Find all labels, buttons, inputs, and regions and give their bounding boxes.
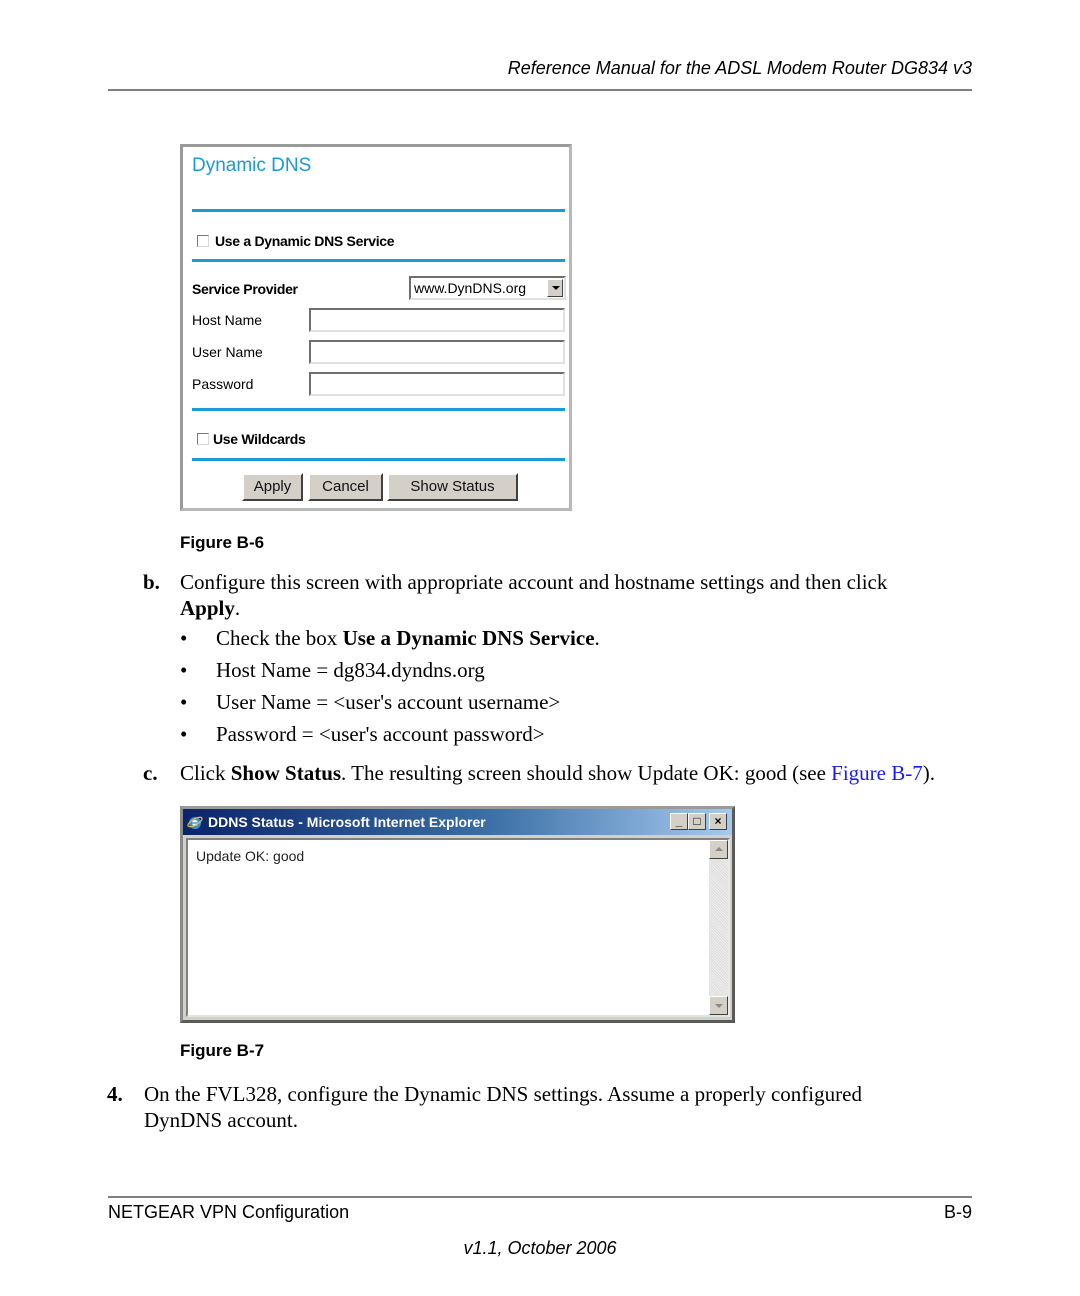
service-provider-label: Service Provider <box>192 281 298 297</box>
use-wildcards-label: Use Wildcards <box>213 431 306 447</box>
bullet-icon: • <box>180 658 188 682</box>
running-header: Reference Manual for the ADSL Modem Rout… <box>507 58 972 78</box>
step-c-paragraph: c. Click Show Status. The resulting scre… <box>143 760 1000 786</box>
punctuation: . <box>234 596 241 620</box>
step-b-text: Configure this screen with appropriate a… <box>180 570 888 594</box>
password-label: Password <box>192 376 254 392</box>
figure-caption-b7: Figure B-7 <box>180 1041 265 1060</box>
window-titlebar[interactable]: DDNS Status - Microsoft Internet Explore… <box>183 809 732 835</box>
close-button[interactable]: × <box>709 813 727 830</box>
step-c-marker: c. <box>143 761 158 785</box>
apply-bold: Apply <box>180 596 235 620</box>
use-wildcards-row[interactable]: Use Wildcards <box>197 431 306 447</box>
header-rule <box>108 89 972 91</box>
use-ddns-label: Use a Dynamic DNS Service <box>215 233 395 249</box>
service-provider-select[interactable]: www.DynDNS.org <box>409 276 566 300</box>
dynamic-dns-panel: Dynamic DNS Use a Dynamic DNS Service Se… <box>180 144 572 511</box>
step-b-marker: b. <box>143 570 160 594</box>
service-provider-value: www.DynDNS.org <box>414 280 527 296</box>
use-ddns-checkbox[interactable] <box>197 235 209 247</box>
status-message: Update OK: good <box>196 848 305 864</box>
figure-caption-b6: Figure B-6 <box>180 533 265 552</box>
host-name-label: Host Name <box>192 312 263 328</box>
footer-rule <box>108 1196 972 1198</box>
step-4-marker: 4. <box>107 1082 123 1106</box>
bullet-bold: Use a Dynamic DNS Service <box>342 626 595 650</box>
chevron-down-icon[interactable] <box>547 279 563 297</box>
vertical-scrollbar[interactable] <box>709 840 728 1015</box>
window-content: Update OK: good <box>186 838 730 1017</box>
scroll-up-arrow-icon[interactable] <box>709 840 728 859</box>
window-title: DDNS Status - Microsoft Internet Explore… <box>208 814 486 830</box>
apply-button[interactable]: Apply <box>242 473 303 501</box>
panel-title: Dynamic DNS <box>192 155 312 176</box>
footer-section: NETGEAR VPN Configuration <box>108 1202 350 1222</box>
maximize-button[interactable]: □ <box>688 813 706 830</box>
use-ddns-row[interactable]: Use a Dynamic DNS Service <box>197 233 395 249</box>
step-c-text: Click <box>180 761 231 785</box>
step-4-text: DynDNS account. <box>144 1108 298 1132</box>
minimize-button[interactable]: _ <box>670 813 688 830</box>
show-status-button[interactable]: Show Status <box>387 473 518 501</box>
bullet-text: Host Name = dg834.dyndns.org <box>216 658 485 682</box>
step-c-text: . The resulting screen should show Updat… <box>341 761 832 785</box>
password-input[interactable] <box>309 372 565 396</box>
punctuation: ). <box>922 761 935 785</box>
step-4-paragraph: 4. On the FVL328, configure the Dynamic … <box>107 1081 964 1133</box>
cancel-button[interactable]: Cancel <box>308 473 383 501</box>
bullet-text: Check the box <box>216 626 343 650</box>
divider <box>192 458 565 461</box>
footer-version: v1.1, October 2006 <box>463 1238 617 1258</box>
page-number: B-9 <box>943 1202 972 1222</box>
divider <box>192 259 565 262</box>
host-name-input[interactable] <box>309 308 565 332</box>
bullet-icon: • <box>180 722 188 746</box>
user-name-label: User Name <box>192 344 263 360</box>
ddns-status-window: DDNS Status - Microsoft Internet Explore… <box>180 806 735 1023</box>
user-name-input[interactable] <box>309 340 565 364</box>
internet-explorer-icon <box>187 816 203 829</box>
divider <box>192 408 565 411</box>
bullet-icon: • <box>180 690 188 714</box>
figure-b7-link[interactable]: Figure B-7 <box>831 761 923 785</box>
bullet-text: Password = <user's account password> <box>216 722 545 746</box>
use-wildcards-checkbox[interactable] <box>197 433 209 445</box>
scroll-down-arrow-icon[interactable] <box>709 996 728 1015</box>
punctuation: . <box>594 626 600 650</box>
bullet-text: User Name = <user's account username> <box>216 690 561 714</box>
show-status-bold: Show Status <box>230 761 342 785</box>
divider <box>192 209 565 212</box>
step-b-paragraph: b. Configure this screen with appropriat… <box>143 569 980 621</box>
step-4-text: On the FVL328, configure the Dynamic DNS… <box>144 1082 862 1106</box>
bullet-icon: • <box>180 626 188 650</box>
